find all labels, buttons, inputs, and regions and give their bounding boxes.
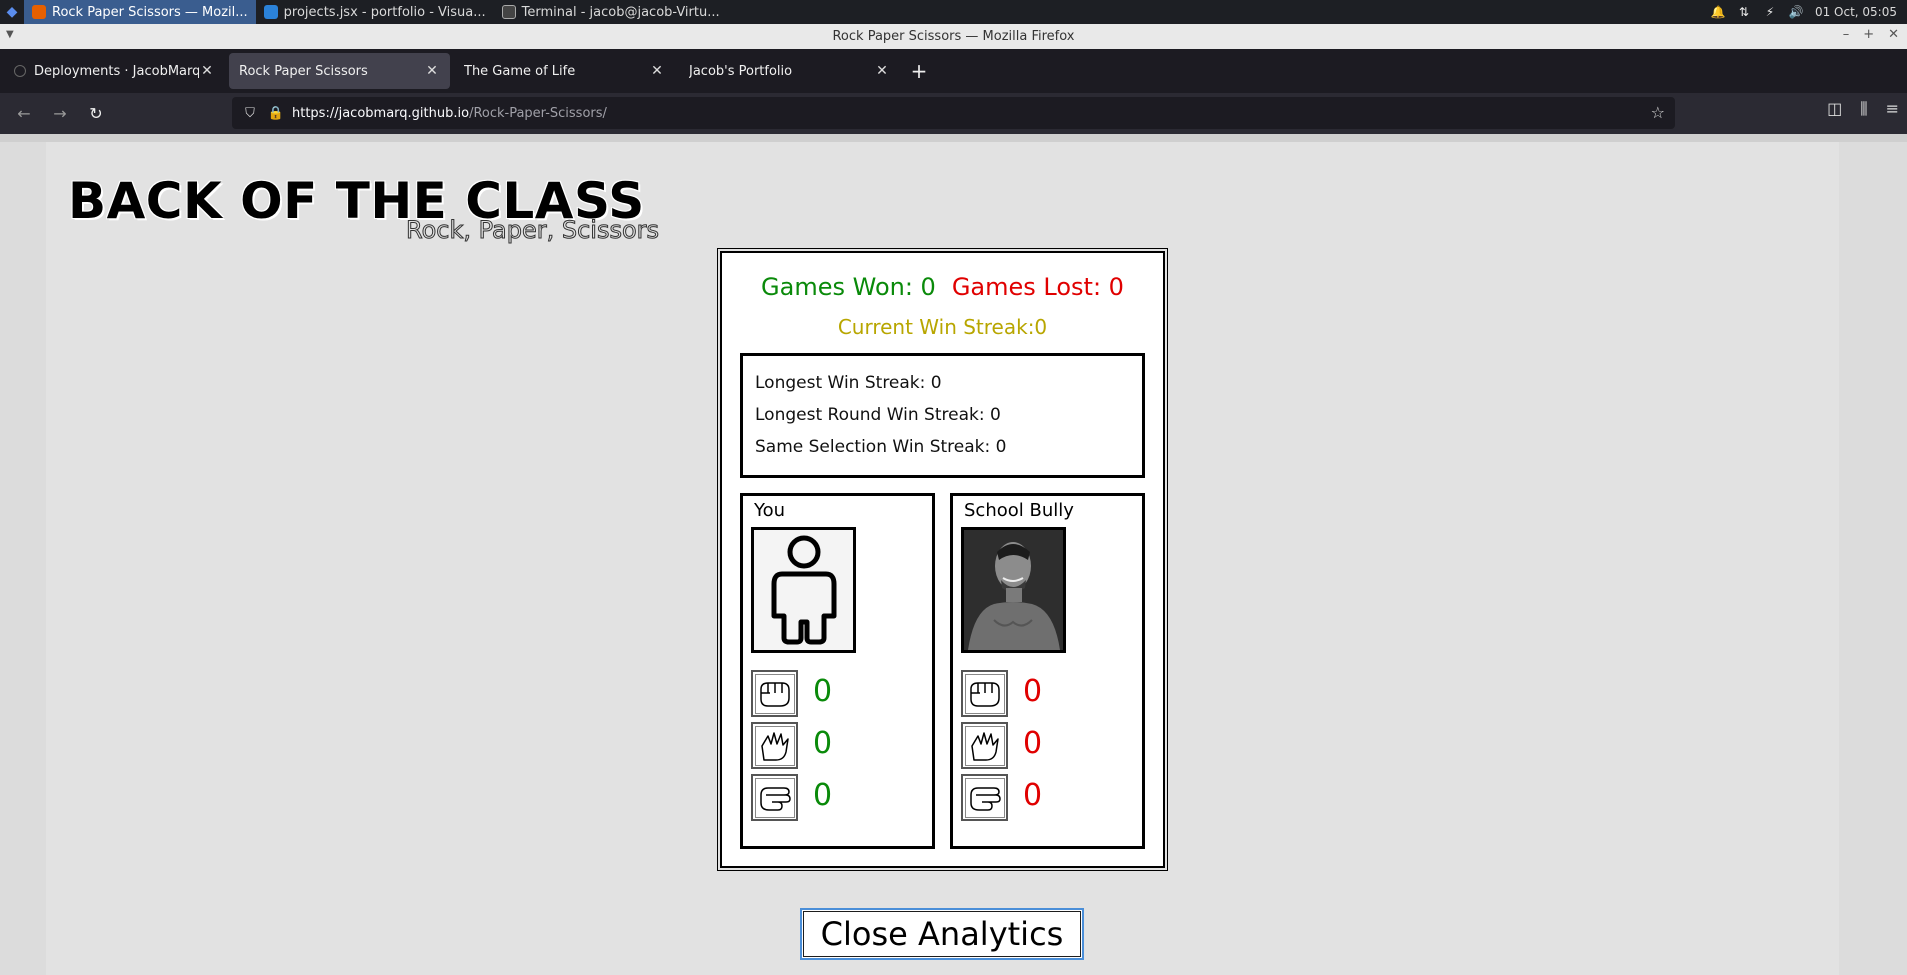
player-card-you: You 0 0 0 bbox=[740, 493, 935, 849]
maximize-icon[interactable]: + bbox=[1863, 27, 1874, 42]
url-path: /Rock-Paper-Scissors/ bbox=[469, 105, 607, 121]
tab-portfolio[interactable]: Jacob's Portfolio ✕ bbox=[679, 53, 900, 89]
url-bar[interactable]: ⛉ 🔒 https://jacobmarq.github.io/Rock-Pap… bbox=[232, 97, 1675, 129]
loading-icon bbox=[14, 65, 26, 77]
minimize-icon[interactable]: – bbox=[1843, 27, 1850, 42]
player-card-bully: School Bully 0 0 0 bbox=[950, 493, 1145, 849]
firefox-icon bbox=[32, 5, 46, 19]
player-name: You bbox=[754, 500, 786, 521]
clock[interactable]: 01 Oct, 05:05 bbox=[1815, 5, 1897, 19]
scissors-icon bbox=[751, 774, 798, 821]
bully-avatar-photo bbox=[961, 527, 1066, 653]
current-win-streak: Current Win Streak:0 bbox=[837, 315, 1048, 339]
tab-label: Jacob's Portfolio bbox=[689, 63, 793, 79]
library-icon[interactable]: ⫼ bbox=[1860, 99, 1867, 119]
scissors-icon bbox=[961, 774, 1008, 821]
player-name: School Bully bbox=[964, 500, 1074, 521]
tab-close-icon[interactable]: ✕ bbox=[649, 63, 665, 79]
browser-tabbar: Deployments · JacobMarq/Roc ✕ Rock Paper… bbox=[0, 49, 1907, 93]
scissors-count: 0 bbox=[813, 778, 833, 813]
page-top-strip bbox=[0, 134, 1907, 142]
same-selection-win-streak: Same Selection Win Streak: 0 bbox=[755, 437, 1007, 457]
browser-navbar: ← → ↻ ⛉ 🔒 https://jacobmarq.github.io/Ro… bbox=[0, 93, 1907, 134]
forward-arrow-icon[interactable]: → bbox=[42, 96, 78, 132]
close-analytics-button[interactable]: Close Analytics bbox=[800, 908, 1084, 960]
window-title: Rock Paper Scissors — Mozilla Firefox bbox=[832, 29, 1075, 44]
tab-close-icon[interactable]: ✕ bbox=[874, 63, 890, 79]
shield-icon[interactable]: ⛉ bbox=[240, 106, 260, 121]
tab-deployments[interactable]: Deployments · JacobMarq/Roc ✕ bbox=[4, 53, 225, 89]
volume-icon[interactable]: 🔊 bbox=[1788, 5, 1803, 19]
analytics-panel: Games Won: 0 Games Lost: 0 Current Win St… bbox=[717, 248, 1168, 871]
pocket-icon[interactable]: ◫ bbox=[1827, 99, 1842, 119]
tab-rock-paper-scissors[interactable]: Rock Paper Scissors ✕ bbox=[229, 53, 450, 89]
paper-count: 0 bbox=[1023, 726, 1043, 761]
window-titlebar: ▼ Rock Paper Scissors — Mozilla Firefox … bbox=[0, 24, 1907, 49]
reload-icon[interactable]: ↻ bbox=[78, 96, 114, 132]
close-window-icon[interactable]: ✕ bbox=[1888, 27, 1899, 42]
longest-round-win-streak: Longest Round Win Streak: 0 bbox=[755, 405, 1001, 425]
scissors-count: 0 bbox=[1023, 778, 1043, 813]
taskbar-task-vscode[interactable]: projects.jsx - portfolio - Visua... bbox=[256, 0, 494, 24]
games-lost: Games Lost: 0 bbox=[951, 273, 1124, 301]
rock-count: 0 bbox=[813, 674, 833, 709]
tab-label: Deployments · JacobMarq/Roc bbox=[34, 63, 199, 79]
player-avatar-icon bbox=[751, 527, 856, 653]
system-taskbar: ◆ Rock Paper Scissors — Mozil... project… bbox=[0, 0, 1907, 24]
page-content: BACK OF THE CLASS Rock, Paper, Scissors … bbox=[46, 142, 1839, 975]
taskbar-task-label: Terminal - jacob@jacob-Virtu... bbox=[521, 4, 720, 20]
page-subtitle: Rock, Paper, Scissors bbox=[405, 216, 660, 245]
streak-stats-box: Longest Win Streak: 0 Longest Round Win … bbox=[740, 353, 1145, 478]
vscode-icon bbox=[263, 5, 278, 19]
start-menu-icon[interactable]: ◆ bbox=[0, 0, 24, 24]
rock-icon bbox=[961, 670, 1008, 717]
taskbar-task-terminal[interactable]: Terminal - jacob@jacob-Virtu... bbox=[494, 0, 728, 24]
new-tab-button[interactable]: + bbox=[904, 56, 934, 86]
paper-count: 0 bbox=[813, 726, 833, 761]
url-host: https://jacobmarq.github.io bbox=[292, 105, 470, 121]
back-arrow-icon[interactable]: ← bbox=[6, 96, 42, 132]
network-icon[interactable]: ⇅ bbox=[1737, 5, 1751, 19]
notification-bell-icon[interactable]: 🔔 bbox=[1710, 5, 1725, 19]
tab-label: Rock Paper Scissors bbox=[239, 63, 368, 79]
menu-icon[interactable]: ≡ bbox=[1886, 99, 1899, 119]
taskbar-task-label: Rock Paper Scissors — Mozil... bbox=[52, 4, 248, 20]
tab-close-icon[interactable]: ✕ bbox=[424, 63, 440, 79]
lock-icon[interactable]: 🔒 bbox=[266, 106, 286, 121]
longest-win-streak: Longest Win Streak: 0 bbox=[755, 373, 942, 393]
window-menu-icon[interactable]: ▼ bbox=[6, 29, 14, 40]
page-viewport: BACK OF THE CLASS Rock, Paper, Scissors … bbox=[0, 134, 1907, 975]
tab-close-icon[interactable]: ✕ bbox=[199, 63, 215, 79]
taskbar-task-label: projects.jsx - portfolio - Visua... bbox=[283, 4, 486, 20]
paper-icon bbox=[751, 722, 798, 769]
rock-icon bbox=[751, 670, 798, 717]
tab-label: The Game of Life bbox=[464, 63, 576, 79]
tab-game-of-life[interactable]: The Game of Life ✕ bbox=[454, 53, 675, 89]
paper-icon bbox=[961, 722, 1008, 769]
games-won: Games Won: 0 bbox=[761, 273, 936, 301]
power-icon[interactable]: ⚡ bbox=[1763, 5, 1777, 19]
bookmark-star-icon[interactable]: ☆ bbox=[1651, 103, 1665, 122]
score-row: Games Won: 0 Games Lost: 0 bbox=[722, 273, 1163, 301]
taskbar-task-firefox[interactable]: Rock Paper Scissors — Mozil... bbox=[24, 0, 256, 24]
rock-count: 0 bbox=[1023, 674, 1043, 709]
terminal-icon bbox=[501, 5, 516, 19]
